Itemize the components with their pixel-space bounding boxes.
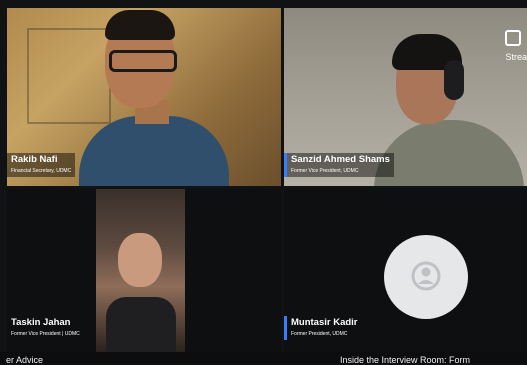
video-tile-rakib-nafi[interactable]: Rakib Nafi Financial Secretary, UDMC bbox=[7, 8, 281, 186]
participant-role: Financial Secretary, UDMC bbox=[11, 167, 72, 174]
participant-name-tag: Muntasir Kadir Former President, UDMC bbox=[284, 316, 362, 340]
stream-icon bbox=[505, 30, 521, 46]
video-tile-sanzid-ahmed-shams[interactable]: Strea Sanzid Ahmed Shams Former Vice Pre… bbox=[284, 8, 527, 186]
participant-name-tag: Taskin Jahan Former Vice President | UDM… bbox=[7, 316, 84, 340]
participant-video bbox=[374, 28, 524, 186]
participant-role: Former President, UDMC bbox=[291, 330, 348, 337]
participant-name: Muntasir Kadir bbox=[291, 317, 358, 328]
video-tile-muntasir-kadir[interactable]: Muntasir Kadir Former President, UDMC bbox=[284, 189, 527, 352]
participant-role: Former Vice President | UDMC bbox=[11, 330, 80, 337]
stream-badge[interactable]: Strea bbox=[505, 28, 527, 72]
participant-video bbox=[96, 189, 185, 352]
participant-video bbox=[69, 8, 229, 186]
user-avatar-icon bbox=[411, 261, 441, 291]
stream-label: Strea bbox=[505, 52, 527, 62]
video-tile-taskin-jahan[interactable]: Taskin Jahan Former Vice President | UDM… bbox=[7, 189, 281, 352]
participant-name: Rakib Nafi bbox=[11, 154, 58, 165]
participant-name: Taskin Jahan bbox=[11, 317, 71, 328]
participant-name: Sanzid Ahmed Shams bbox=[291, 154, 390, 165]
participant-name-tag: Rakib Nafi Financial Secretary, UDMC bbox=[7, 153, 76, 177]
participant-name-tag: Sanzid Ahmed Shams Former Vice President… bbox=[284, 153, 394, 177]
participant-role: Former Vice President, UDMC bbox=[291, 167, 359, 174]
avatar bbox=[384, 235, 468, 319]
